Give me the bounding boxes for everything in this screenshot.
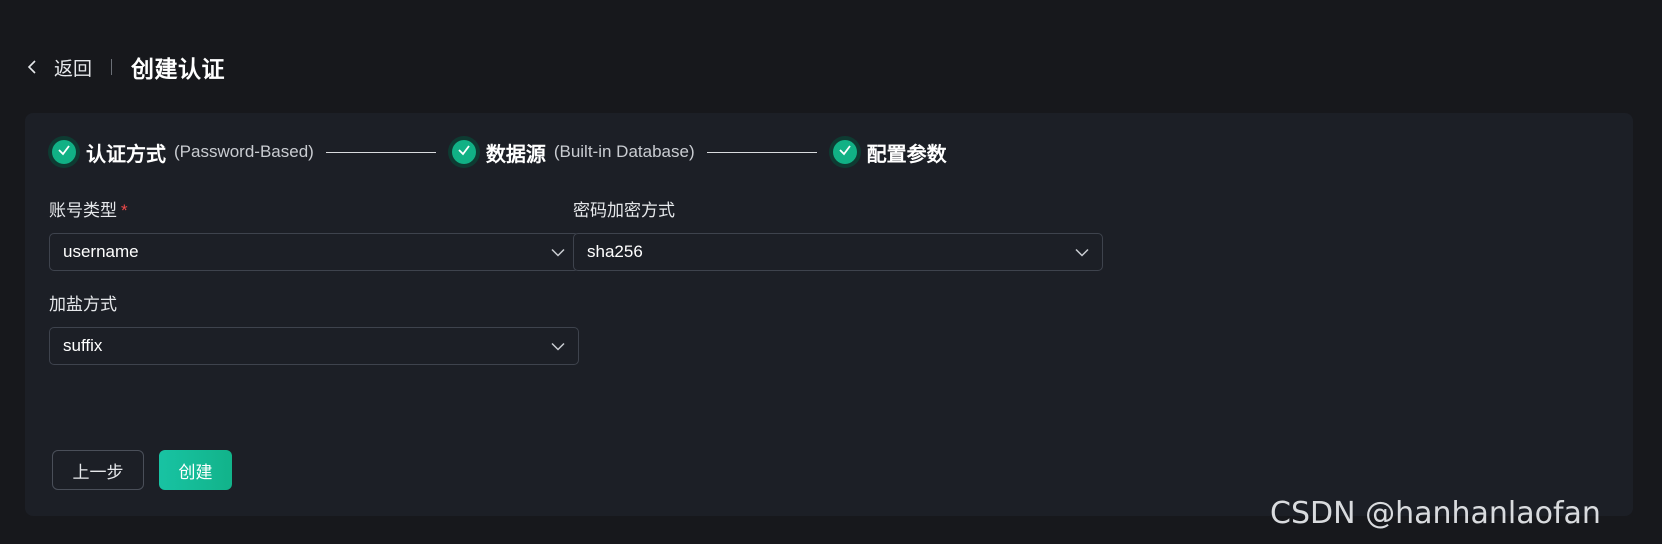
step-title: 配置参数 bbox=[866, 143, 947, 166]
password-hash-select[interactable]: sha256 bbox=[573, 233, 1103, 271]
step-status-done bbox=[48, 136, 80, 168]
required-mark: * bbox=[121, 201, 128, 220]
create-button[interactable]: 创建 bbox=[159, 450, 232, 490]
step-status-done bbox=[447, 136, 480, 168]
account-type-field: 账号类型 * username bbox=[49, 199, 579, 271]
step-connector bbox=[325, 151, 436, 153]
watermark: CSDN @hanhanlaofan bbox=[1270, 496, 1601, 531]
chevron-down-icon bbox=[551, 342, 565, 351]
salt-position-select[interactable]: suffix bbox=[49, 327, 579, 365]
page-header: 返回 创建认证 bbox=[26, 50, 225, 84]
salt-position-label: 加盐方式 bbox=[49, 295, 117, 314]
step-subtitle: (Built-in Database) bbox=[553, 142, 695, 161]
step-connector bbox=[706, 151, 817, 153]
back-button[interactable]: 返回 bbox=[26, 54, 92, 81]
form-panel: 认证方式 (Password-Based) 数据源 (Built-in Data… bbox=[25, 113, 1633, 516]
select-value: sha256 bbox=[587, 242, 643, 261]
password-hash-field: 密码加密方式 sha256 bbox=[573, 199, 1103, 271]
chevron-left-icon bbox=[26, 59, 38, 75]
step-config-params: 配置参数 bbox=[828, 136, 947, 168]
step-data-source: 数据源 (Built-in Database) bbox=[447, 136, 695, 168]
step-title: 数据源 bbox=[485, 143, 546, 166]
step-auth-method: 认证方式 (Password-Based) bbox=[48, 136, 314, 168]
select-value: suffix bbox=[63, 336, 103, 355]
check-icon bbox=[838, 143, 852, 162]
account-type-label: 账号类型 * bbox=[49, 199, 579, 223]
check-icon bbox=[457, 143, 471, 162]
header-divider bbox=[111, 59, 113, 75]
prev-step-button[interactable]: 上一步 bbox=[52, 450, 144, 490]
page-title: 创建认证 bbox=[131, 56, 226, 82]
salt-position-field: 加盐方式 suffix bbox=[49, 293, 579, 365]
step-status-done bbox=[828, 136, 861, 168]
chevron-down-icon bbox=[551, 248, 565, 257]
check-icon bbox=[57, 143, 71, 162]
field-label-text: 账号类型 bbox=[49, 201, 117, 220]
select-value: username bbox=[63, 242, 139, 261]
stepper: 认证方式 (Password-Based) 数据源 (Built-in Data… bbox=[48, 136, 947, 168]
password-hash-label: 密码加密方式 bbox=[573, 201, 675, 220]
account-type-select[interactable]: username bbox=[49, 233, 579, 271]
step-subtitle: (Password-Based) bbox=[174, 142, 314, 161]
chevron-down-icon bbox=[1075, 248, 1089, 257]
back-label: 返回 bbox=[54, 58, 93, 80]
step-title: 认证方式 bbox=[86, 143, 166, 166]
